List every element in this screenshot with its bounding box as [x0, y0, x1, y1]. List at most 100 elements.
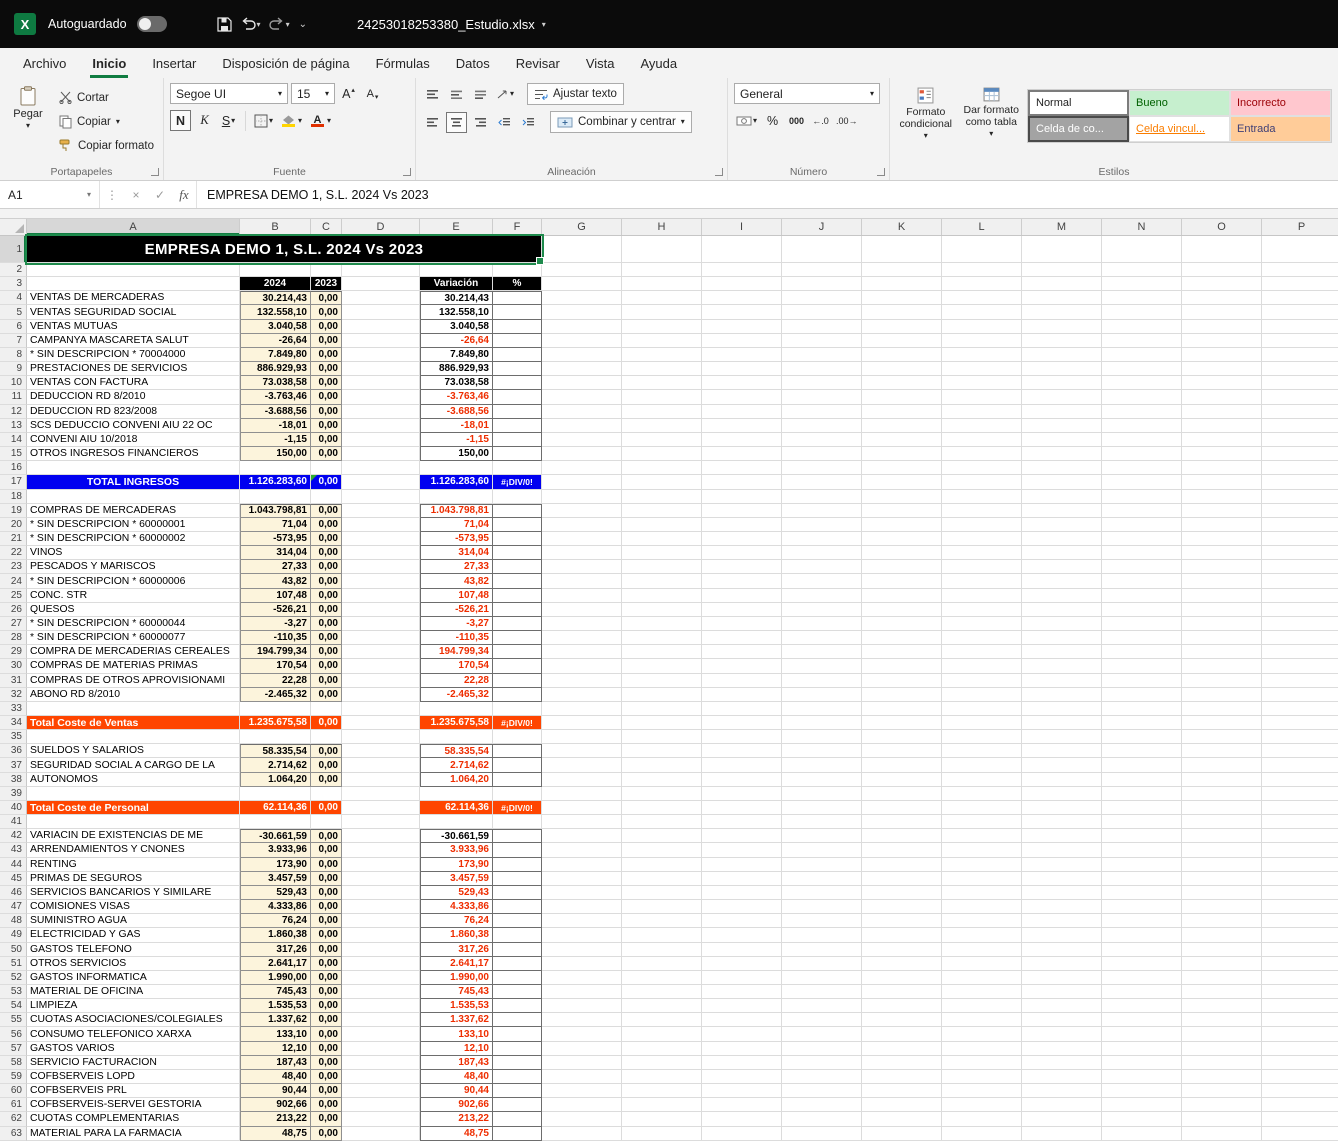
cell[interactable]	[311, 815, 342, 830]
cell-pct[interactable]	[493, 673, 542, 688]
cell[interactable]	[1102, 928, 1182, 943]
cell[interactable]	[1262, 659, 1338, 674]
cell[interactable]	[27, 489, 240, 504]
cell[interactable]	[942, 772, 1022, 787]
cell-total-variation[interactable]: 62.114,36	[420, 800, 493, 816]
cell-pct[interactable]	[493, 829, 542, 844]
cell[interactable]	[1022, 744, 1102, 759]
column-header-j[interactable]: J	[782, 219, 862, 235]
cell[interactable]	[1182, 1098, 1262, 1113]
cell[interactable]	[542, 531, 622, 547]
cell-header-pct[interactable]: %	[493, 277, 542, 292]
cell[interactable]	[240, 815, 311, 830]
row-header-10[interactable]: 10	[0, 376, 27, 391]
cell-header-2024[interactable]: 2024	[240, 277, 311, 292]
cell[interactable]	[702, 560, 782, 575]
cell[interactable]	[782, 786, 862, 801]
tab-datos[interactable]: Datos	[443, 48, 503, 78]
row-header-38[interactable]: 38	[0, 772, 27, 787]
cell-value-2024[interactable]: 150,00	[240, 447, 311, 462]
row-header-24[interactable]: 24	[0, 574, 27, 589]
cell-value-2024[interactable]: -26,64	[240, 333, 311, 348]
cell[interactable]	[702, 333, 782, 348]
cell[interactable]	[342, 900, 420, 915]
cell-value-2024[interactable]: -2.465,32	[240, 687, 311, 702]
cell[interactable]	[1102, 659, 1182, 674]
cell[interactable]	[942, 673, 1022, 688]
cell[interactable]	[1182, 560, 1262, 575]
cell[interactable]	[622, 843, 702, 858]
style-entrada[interactable]: Entrada	[1230, 116, 1331, 142]
cell[interactable]	[622, 574, 702, 589]
cell[interactable]	[1182, 914, 1262, 929]
cell[interactable]	[702, 1013, 782, 1028]
cell[interactable]	[1182, 376, 1262, 391]
cell[interactable]	[622, 659, 702, 674]
cell[interactable]	[1102, 263, 1182, 278]
cell-value-2023[interactable]: 0,00	[311, 942, 342, 957]
cell[interactable]	[862, 871, 942, 886]
cell[interactable]	[420, 815, 493, 830]
cell[interactable]	[342, 843, 420, 858]
cell-value-2024[interactable]: 107,48	[240, 588, 311, 603]
select-all-corner[interactable]	[0, 219, 27, 235]
cell-variation[interactable]: 1.064,20	[420, 772, 493, 787]
cell[interactable]	[622, 1055, 702, 1070]
accounting-format-button[interactable]: ▾	[734, 110, 759, 131]
cell[interactable]	[1102, 701, 1182, 716]
cell-value-2024[interactable]: -110,35	[240, 631, 311, 646]
cell[interactable]	[942, 843, 1022, 858]
cell[interactable]	[542, 236, 622, 263]
cell[interactable]	[420, 263, 493, 278]
cell[interactable]	[622, 815, 702, 830]
row-header-42[interactable]: 42	[0, 829, 27, 844]
cell[interactable]	[862, 716, 942, 731]
cell[interactable]	[702, 1084, 782, 1099]
cell[interactable]	[342, 333, 420, 348]
cell[interactable]	[542, 984, 622, 1000]
cell[interactable]	[942, 815, 1022, 830]
cell[interactable]	[782, 673, 862, 688]
cell[interactable]	[1262, 886, 1338, 901]
cell-pct[interactable]	[493, 546, 542, 561]
cell[interactable]	[782, 333, 862, 348]
cell-label[interactable]: * SIN DESCRIPCION * 60000006	[27, 574, 240, 589]
cell-pct[interactable]	[493, 305, 542, 320]
cell[interactable]	[1022, 815, 1102, 830]
cell-pct[interactable]	[493, 687, 542, 702]
cell[interactable]	[702, 999, 782, 1014]
cell[interactable]	[311, 701, 342, 716]
cell-pct[interactable]	[493, 631, 542, 646]
cell[interactable]	[1102, 885, 1182, 901]
percent-style-button[interactable]: %	[762, 110, 783, 131]
cell-value-2023[interactable]: 0,00	[311, 1112, 342, 1127]
cell-value-2024[interactable]: 1.064,20	[240, 772, 311, 787]
cell[interactable]	[342, 546, 420, 561]
cell-value-2023[interactable]: 0,00	[311, 687, 342, 702]
cell-value-2024[interactable]: -3,27	[240, 616, 311, 632]
cell[interactable]	[542, 914, 622, 929]
cell[interactable]	[622, 277, 702, 292]
cell[interactable]	[942, 1098, 1022, 1113]
cell[interactable]	[1022, 362, 1102, 377]
cell[interactable]	[1022, 418, 1102, 433]
cell[interactable]	[1022, 404, 1102, 419]
cell-variation[interactable]: 886.929,93	[420, 362, 493, 377]
cell[interactable]	[1022, 701, 1102, 716]
row-header-63[interactable]: 63	[0, 1126, 27, 1141]
cell[interactable]	[702, 1112, 782, 1127]
cell[interactable]	[1022, 956, 1102, 971]
cell[interactable]	[942, 928, 1022, 943]
cell[interactable]	[782, 659, 862, 674]
cell[interactable]	[942, 701, 1022, 716]
enter-check-icon[interactable]: ✓	[148, 181, 172, 208]
cell[interactable]	[862, 362, 942, 377]
cell[interactable]	[1262, 914, 1338, 929]
number-format-select[interactable]: General ▾	[734, 83, 880, 104]
increase-decimal-button[interactable]: ←.0	[810, 110, 831, 131]
cell[interactable]	[702, 1027, 782, 1042]
cell[interactable]	[1262, 1112, 1338, 1127]
cell[interactable]	[342, 659, 420, 674]
cell[interactable]	[702, 475, 782, 490]
cell[interactable]	[1262, 872, 1338, 886]
